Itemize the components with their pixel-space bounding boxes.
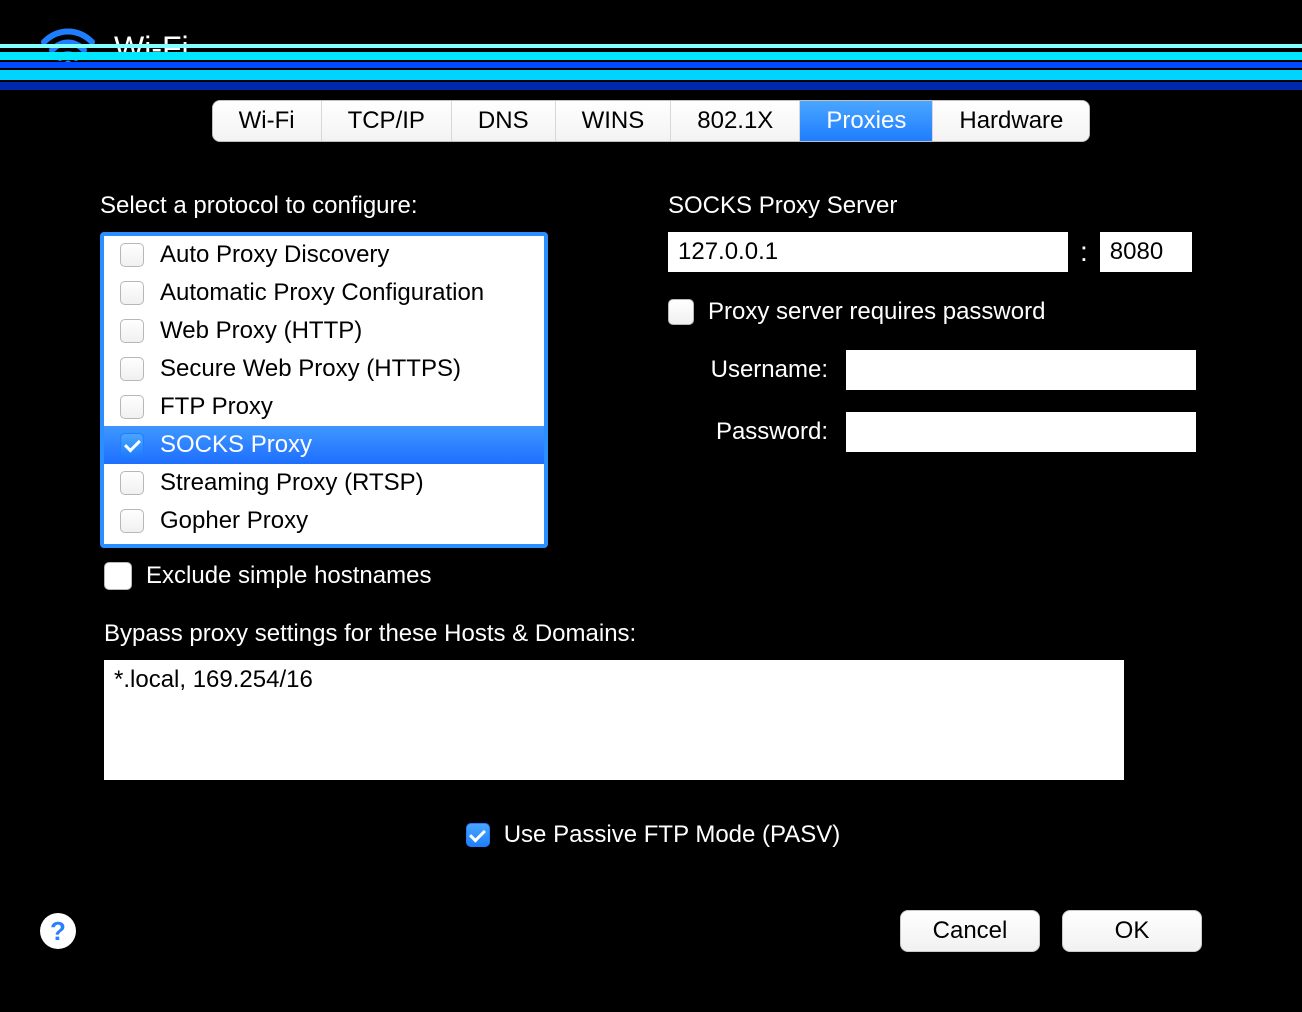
pasv-label: Use Passive FTP Mode (PASV) [504, 821, 841, 849]
tab-proxies[interactable]: Proxies [800, 101, 933, 141]
requires-password-checkbox[interactable] [668, 299, 694, 325]
password-input[interactable] [846, 412, 1196, 452]
protocol-label: SOCKS Proxy [160, 431, 312, 459]
protocol-row[interactable]: Web Proxy (HTTP) [104, 312, 544, 350]
requires-password-row[interactable]: Proxy server requires password [668, 298, 1202, 326]
protocol-checkbox[interactable] [120, 281, 144, 305]
protocol-row[interactable]: FTP Proxy [104, 388, 544, 426]
protocol-label: Web Proxy (HTTP) [160, 317, 362, 345]
username-input[interactable] [846, 350, 1196, 390]
tab-hardware[interactable]: Hardware [933, 101, 1089, 141]
footer: ? Cancel OK [0, 910, 1302, 952]
wifi-icon [40, 28, 96, 68]
server-column: SOCKS Proxy Server : Proxy server requir… [668, 192, 1202, 548]
protocol-checkbox[interactable] [120, 509, 144, 533]
protocol-checkbox[interactable] [120, 357, 144, 381]
protocol-label: FTP Proxy [160, 393, 273, 421]
password-label: Password: [668, 418, 828, 446]
protocol-label: Gopher Proxy [160, 507, 308, 535]
protocol-label: Auto Proxy Discovery [160, 241, 389, 269]
exclude-hostnames-row[interactable]: Exclude simple hostnames [104, 562, 1202, 590]
protocol-row[interactable]: Gopher Proxy [104, 502, 544, 540]
cancel-button[interactable]: Cancel [900, 910, 1040, 952]
bypass-section-label: Bypass proxy settings for these Hosts & … [104, 620, 1202, 648]
tab-dns[interactable]: DNS [452, 101, 556, 141]
protocol-label: Streaming Proxy (RTSP) [160, 469, 424, 497]
host-port-separator: : [1080, 236, 1088, 268]
protocol-label: Secure Web Proxy (HTTPS) [160, 355, 461, 383]
protocol-checkbox[interactable] [120, 319, 144, 343]
tab-8021x[interactable]: 802.1X [671, 101, 800, 141]
exclude-hostnames-checkbox[interactable] [104, 562, 132, 590]
protocol-checkbox[interactable] [120, 243, 144, 267]
protocol-row[interactable]: Streaming Proxy (RTSP) [104, 464, 544, 502]
header: Wi-Fi [0, 0, 1302, 96]
ok-button[interactable]: OK [1062, 910, 1202, 952]
username-label: Username: [668, 356, 828, 384]
tab-wins[interactable]: WINS [556, 101, 672, 141]
protocol-row[interactable]: SOCKS Proxy [104, 426, 544, 464]
bypass-textarea[interactable] [104, 660, 1124, 780]
server-section-label: SOCKS Proxy Server [668, 192, 1202, 220]
protocol-checkbox[interactable] [120, 433, 144, 457]
exclude-hostnames-label: Exclude simple hostnames [146, 562, 431, 590]
help-button[interactable]: ? [40, 913, 76, 949]
proxy-host-input[interactable] [668, 232, 1068, 272]
protocol-row[interactable]: Auto Proxy Discovery [104, 236, 544, 274]
pasv-checkbox[interactable] [466, 823, 490, 847]
protocol-column: Select a protocol to configure: Auto Pro… [100, 192, 628, 548]
protocol-list[interactable]: Auto Proxy Discovery Automatic Proxy Conf… [100, 232, 548, 548]
protocol-checkbox[interactable] [120, 395, 144, 419]
proxy-port-input[interactable] [1100, 232, 1192, 272]
protocol-label: Automatic Proxy Configuration [160, 279, 484, 307]
tab-wifi[interactable]: Wi-Fi [213, 101, 322, 141]
protocol-row[interactable]: Automatic Proxy Configuration [104, 274, 544, 312]
protocol-section-label: Select a protocol to configure: [100, 192, 628, 220]
tab-tcpip[interactable]: TCP/IP [322, 101, 452, 141]
tab-bar: Wi-FiTCP/IPDNSWINS802.1XProxiesHardware [0, 100, 1302, 142]
requires-password-label: Proxy server requires password [708, 298, 1045, 326]
page-title: Wi-Fi [114, 30, 189, 67]
protocol-checkbox[interactable] [120, 471, 144, 495]
protocol-row[interactable]: Secure Web Proxy (HTTPS) [104, 350, 544, 388]
pasv-row[interactable]: Use Passive FTP Mode (PASV) [104, 821, 1202, 849]
